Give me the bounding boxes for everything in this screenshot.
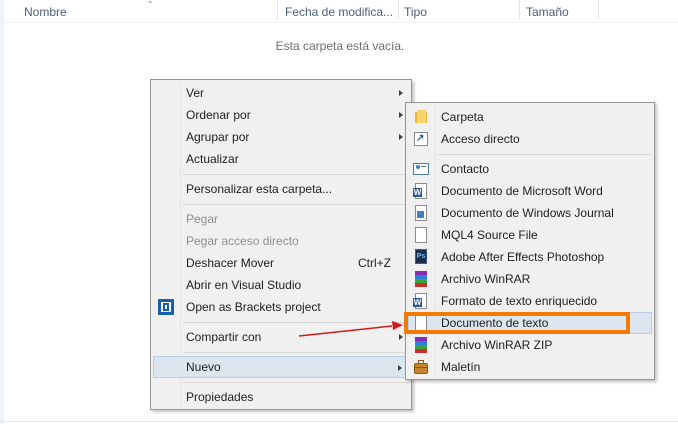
menu-item-personalizar-carpeta[interactable]: Personalizar esta carpeta... bbox=[153, 178, 409, 200]
submenu-arrow-icon bbox=[398, 365, 402, 371]
blank-document-icon bbox=[413, 227, 429, 243]
column-divider[interactable] bbox=[398, 0, 399, 20]
submenu-item-acceso-directo[interactable]: ↗ Acceso directo bbox=[408, 128, 652, 150]
submenu-arrow-icon bbox=[399, 112, 403, 118]
submenu-item-photoshop[interactable]: Ps Adobe After Effects Photoshop bbox=[408, 246, 652, 268]
menu-item-abrir-visual-studio[interactable]: Abrir en Visual Studio bbox=[153, 274, 409, 296]
column-divider[interactable] bbox=[598, 0, 599, 20]
navigation-pane-edge bbox=[0, 0, 4, 424]
menu-item-ver[interactable]: Ver bbox=[153, 82, 409, 104]
journal-document-icon bbox=[413, 205, 429, 221]
submenu-item-winrar[interactable]: Archivo WinRAR bbox=[408, 268, 652, 290]
column-divider[interactable] bbox=[519, 0, 520, 20]
menu-item-deshacer-mover[interactable]: Deshacer Mover Ctrl+Z bbox=[153, 252, 409, 274]
menu-item-nuevo[interactable]: Nuevo bbox=[153, 356, 409, 378]
column-divider[interactable] bbox=[277, 0, 278, 20]
empty-folder-message: Esta carpeta está vacía. bbox=[275, 39, 405, 53]
briefcase-icon bbox=[413, 359, 429, 375]
submenu-arrow-icon bbox=[399, 134, 403, 140]
submenu-item-winrar-zip[interactable]: Archivo WinRAR ZIP bbox=[408, 334, 652, 356]
column-header-name[interactable]: Nombre bbox=[24, 5, 67, 19]
submenu-item-contacto[interactable]: Contacto bbox=[408, 158, 652, 180]
submenu-arrow-icon bbox=[399, 334, 403, 340]
new-submenu: Carpeta ↗ Acceso directo Contacto W Docu… bbox=[405, 102, 655, 380]
context-menu: Ver Ordenar por Agrupar por Actualizar P… bbox=[150, 79, 412, 410]
column-header-date[interactable]: Fecha de modifica... bbox=[285, 5, 393, 19]
menu-item-agrupar-por[interactable]: Agrupar por bbox=[153, 126, 409, 148]
highlight-box-annotation bbox=[404, 312, 630, 334]
column-header-type[interactable]: Tipo bbox=[404, 5, 427, 19]
winrar-icon bbox=[413, 271, 429, 287]
winrar-zip-icon bbox=[413, 337, 429, 353]
contact-icon bbox=[413, 161, 429, 177]
rtf-document-icon: W bbox=[413, 293, 429, 309]
menu-item-actualizar[interactable]: Actualizar bbox=[153, 148, 409, 170]
submenu-arrow-icon bbox=[399, 90, 403, 96]
sort-caret-icon: ⌃ bbox=[147, 0, 154, 9]
submenu-item-carpeta[interactable]: Carpeta bbox=[408, 106, 652, 128]
menu-item-compartir-con[interactable]: Compartir con bbox=[153, 326, 409, 348]
submenu-item-word[interactable]: W Documento de Microsoft Word bbox=[408, 180, 652, 202]
shortcut-text: Ctrl+Z bbox=[358, 256, 391, 270]
menu-separator bbox=[183, 174, 408, 175]
shortcut-icon: ↗ bbox=[413, 131, 429, 147]
menu-item-pegar-acceso-directo: Pegar acceso directo bbox=[186, 234, 299, 248]
column-header-size[interactable]: Tamaño bbox=[526, 5, 569, 19]
folder-icon bbox=[413, 109, 429, 125]
submenu-item-maletin[interactable]: Maletín bbox=[408, 356, 652, 378]
menu-item-pegar: Pegar bbox=[186, 212, 219, 226]
menu-separator bbox=[183, 322, 408, 323]
menu-separator bbox=[183, 382, 408, 383]
menu-item-open-brackets[interactable]: Open as Brackets project bbox=[153, 296, 409, 318]
menu-item-propiedades[interactable]: Propiedades bbox=[153, 386, 409, 408]
status-divider bbox=[0, 421, 678, 422]
menu-separator bbox=[438, 154, 651, 155]
brackets-icon bbox=[158, 299, 174, 315]
photoshop-icon: Ps bbox=[413, 249, 429, 265]
menu-separator bbox=[183, 352, 408, 353]
menu-separator bbox=[183, 204, 408, 205]
menu-item-ordenar-por[interactable]: Ordenar por bbox=[153, 104, 409, 126]
submenu-item-journal[interactable]: Documento de Windows Journal bbox=[408, 202, 652, 224]
word-document-icon: W bbox=[413, 183, 429, 199]
column-header-row: Nombre ⌃ Fecha de modifica... Tipo Tamañ… bbox=[4, 0, 678, 23]
submenu-item-rtf[interactable]: W Formato de texto enriquecido bbox=[408, 290, 652, 312]
submenu-item-mql4[interactable]: MQL4 Source File bbox=[408, 224, 652, 246]
